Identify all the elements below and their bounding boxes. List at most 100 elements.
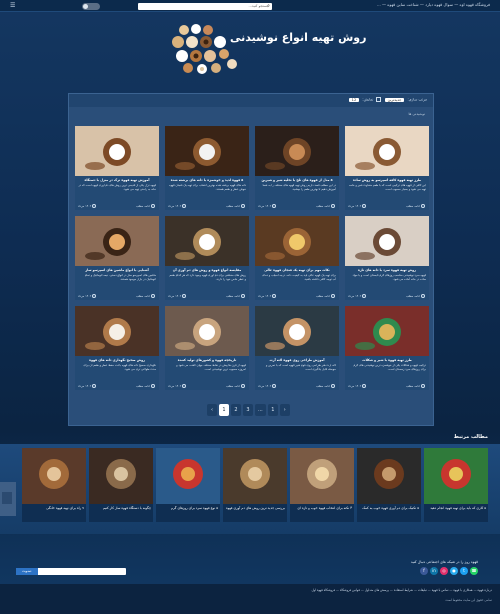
related-image[interactable] [156, 448, 220, 504]
read-more-link[interactable]: ادامه مطلب [316, 384, 336, 388]
post-title[interactable]: روش صحیح نگهداری دانه های قهوه [77, 358, 157, 362]
related-card[interactable]: ۵ نوع قهوه سرد برای روزهای گرم [156, 448, 220, 522]
post-excerpt: این کافی از قهوه های ترکیبی است که با طع… [349, 184, 426, 191]
related-card[interactable]: بررسی جدید ترین روش های دم آوری قهوه [223, 448, 287, 522]
twitter-icon[interactable]: t [460, 567, 468, 575]
post-card[interactable]: ۵ مدل از قهوه های تلخ با تخلیه شیر و شیر… [255, 126, 339, 210]
search-icon[interactable]: ⌕ [265, 3, 272, 10]
pager-page[interactable]: ... [255, 404, 266, 416]
related-caption[interactable]: ۴ نکته برای انتخاب قهوه خوب و تازه ای [292, 506, 352, 520]
related-card[interactable]: ۷ راه برای تهیه قهوه خانگی [22, 448, 86, 522]
related-image[interactable] [424, 448, 488, 504]
read-more-link[interactable]: ادامه مطلب [406, 204, 426, 208]
count-select[interactable]: 12 [348, 97, 360, 102]
read-more-link[interactable]: ادامه مطلب [136, 204, 156, 208]
post-image[interactable] [75, 126, 159, 176]
date-label: ۱۴۰۲ مرداد [168, 294, 182, 298]
pager-prev-button[interactable]: ‹ [207, 404, 217, 416]
pager-page[interactable]: 3 [243, 404, 253, 416]
post-excerpt: نگهداری صحیح دانه های قهوه باعث حفظ عطر … [83, 364, 156, 371]
post-card[interactable]: آشنایی با انواع ماشین های اسپرسو ساز ماشی… [75, 216, 159, 300]
post-title[interactable]: نکات مهم برای تهیه یک فنجان قهوه عالی [257, 268, 337, 272]
read-more-link[interactable]: ادامه مطلب [406, 384, 426, 388]
whatsapp-icon[interactable]: ☎ [470, 567, 478, 575]
menu-icon[interactable]: ☰ [10, 2, 15, 9]
post-image[interactable] [165, 216, 249, 266]
search-input[interactable]: جستجو کنید... [138, 3, 272, 10]
grid-view-icon[interactable] [375, 97, 381, 102]
post-title[interactable]: روش تهیه قهوه سرد با دانه های تازه [347, 268, 427, 272]
related-caption[interactable]: ۵ نوع قهوه سرد برای روزهای گرم [158, 506, 218, 520]
post-image[interactable] [255, 126, 339, 176]
pager-next-button[interactable]: › [279, 404, 290, 416]
date-label: ۱۴۰۲ مرداد [348, 384, 362, 388]
post-title[interactable]: طرز تهیه قهوه کافه اسپرسو به روش ساده [347, 178, 427, 182]
side-tab[interactable] [0, 482, 16, 516]
pager-page[interactable]: 1 [219, 404, 229, 416]
related-caption[interactable]: ۵ کاری که باید برای تهیه قهوه انجام دهید [426, 506, 486, 520]
post-excerpt: قهوه از قرن ها پیش در نقاط مختلف جهان کش… [176, 364, 246, 371]
post-image[interactable] [165, 126, 249, 176]
post-card[interactable]: تاریخچه قهوه و کشورهای تولید کننده قهوه ا… [165, 306, 249, 390]
post-card[interactable]: مقایسه انواع قهوه و روش های دم آوری آن رو… [165, 216, 249, 300]
post-title[interactable]: آشنایی با انواع ماشین های اسپرسو ساز [77, 268, 157, 272]
read-more-link[interactable]: ادامه مطلب [136, 384, 156, 388]
post-image[interactable] [75, 306, 159, 356]
post-image[interactable] [165, 306, 249, 356]
related-image[interactable] [22, 448, 86, 504]
post-card[interactable]: آموزش تهیه قهوه ترک در منزل با دستگاه قهو… [75, 126, 159, 210]
pager-page[interactable]: 2 [231, 404, 241, 416]
post-title[interactable]: آموزش تهیه قهوه ترک در منزل با دستگاه [77, 178, 157, 182]
top-links[interactable]: فروشگاه قهوه اوه — سوال قهوه دیارد — شنا… [377, 2, 490, 7]
instagram-icon[interactable]: ◎ [440, 567, 448, 575]
sort-select[interactable]: جدیدترین [384, 97, 405, 102]
related-caption[interactable]: بررسی جدید ترین روش های دم آوری قهوه [225, 506, 285, 520]
subscribe-button[interactable]: عضویت [16, 568, 38, 575]
post-image[interactable] [255, 306, 339, 356]
post-card[interactable]: نکات مهم برای تهیه یک فنجان قهوه عالی برا… [255, 216, 339, 300]
related-card[interactable]: ۴ نکته برای انتخاب قهوه خوب و تازه ای [290, 448, 354, 522]
post-card[interactable]: روش تهیه قهوه سرد با دانه های تازه قهوه س… [345, 216, 429, 300]
post-title[interactable]: طرز تهیه قهوه با شیر و شکلات [347, 358, 427, 362]
post-title[interactable]: ۵ مدل از قهوه های تلخ با تخلیه شیر و شیر… [257, 178, 337, 182]
related-image[interactable] [89, 448, 153, 504]
read-more-link[interactable]: ادامه مطلب [226, 204, 246, 208]
post-title[interactable]: تاریخچه قهوه و کشورهای تولید کننده [167, 358, 247, 362]
post-image[interactable] [345, 126, 429, 176]
post-title[interactable]: ۵ قهوه لذیذ و خوشمزه با دانه های برشته ش… [167, 178, 247, 182]
telegram-icon[interactable]: ● [450, 567, 458, 575]
pager-page[interactable]: 1 [267, 404, 278, 416]
related-image[interactable] [290, 448, 354, 504]
related-image[interactable] [223, 448, 287, 504]
read-more-link[interactable]: ادامه مطلب [316, 294, 336, 298]
post-card[interactable]: طرز تهیه قهوه با شیر و شکلات ترکیب قهوه و… [345, 306, 429, 390]
related-caption[interactable]: چگونه با دستگاه قهوه ساز کار کنیم [91, 506, 151, 520]
post-card[interactable]: آموزش طراحی روی قهوه لاته آرت لاته آرت هن… [255, 306, 339, 390]
read-more-link[interactable]: ادامه مطلب [226, 384, 246, 388]
post-title[interactable]: آموزش طراحی روی قهوه لاته آرت [257, 358, 337, 362]
theme-toggle[interactable] [82, 3, 100, 10]
newsletter-input[interactable]: عضویت [16, 568, 126, 575]
related-caption[interactable]: ۵ تکنیک برای دم آوری قهوه خوب به کمک [359, 506, 419, 520]
related-card[interactable]: ۵ کاری که باید برای تهیه قهوه انجام دهید [424, 448, 488, 522]
post-image[interactable] [345, 306, 429, 356]
post-card[interactable]: روش صحیح نگهداری دانه های قهوه نگهداری صح… [75, 306, 159, 390]
read-more-link[interactable]: ادامه مطلب [136, 294, 156, 298]
linkedin-icon[interactable]: in [430, 567, 438, 575]
read-more-link[interactable]: ادامه مطلب [226, 294, 246, 298]
post-card[interactable]: طرز تهیه قهوه کافه اسپرسو به روش ساده این… [345, 126, 429, 210]
post-image[interactable] [75, 216, 159, 266]
read-more-link[interactable]: ادامه مطلب [316, 204, 336, 208]
related-card[interactable]: ۵ تکنیک برای دم آوری قهوه خوب به کمک [357, 448, 421, 522]
site-title[interactable]: روش تهیه انواع نوشیدنی [230, 31, 366, 44]
related-image[interactable] [357, 448, 421, 504]
footer-menu[interactable]: درباره قهوه — همکاری با قهوه — تماس با ق… [312, 588, 493, 592]
facebook-icon[interactable]: f [420, 567, 428, 575]
post-card[interactable]: ۵ قهوه لذیذ و خوشمزه با دانه های برشته ش… [165, 126, 249, 210]
post-title[interactable]: مقایسه انواع قهوه و روش های دم آوری آن [167, 268, 247, 272]
post-image[interactable] [255, 216, 339, 266]
post-image[interactable] [345, 216, 429, 266]
related-caption[interactable]: ۷ راه برای تهیه قهوه خانگی [24, 506, 84, 520]
related-card[interactable]: چگونه با دستگاه قهوه ساز کار کنیم [89, 448, 153, 522]
read-more-link[interactable]: ادامه مطلب [406, 294, 426, 298]
